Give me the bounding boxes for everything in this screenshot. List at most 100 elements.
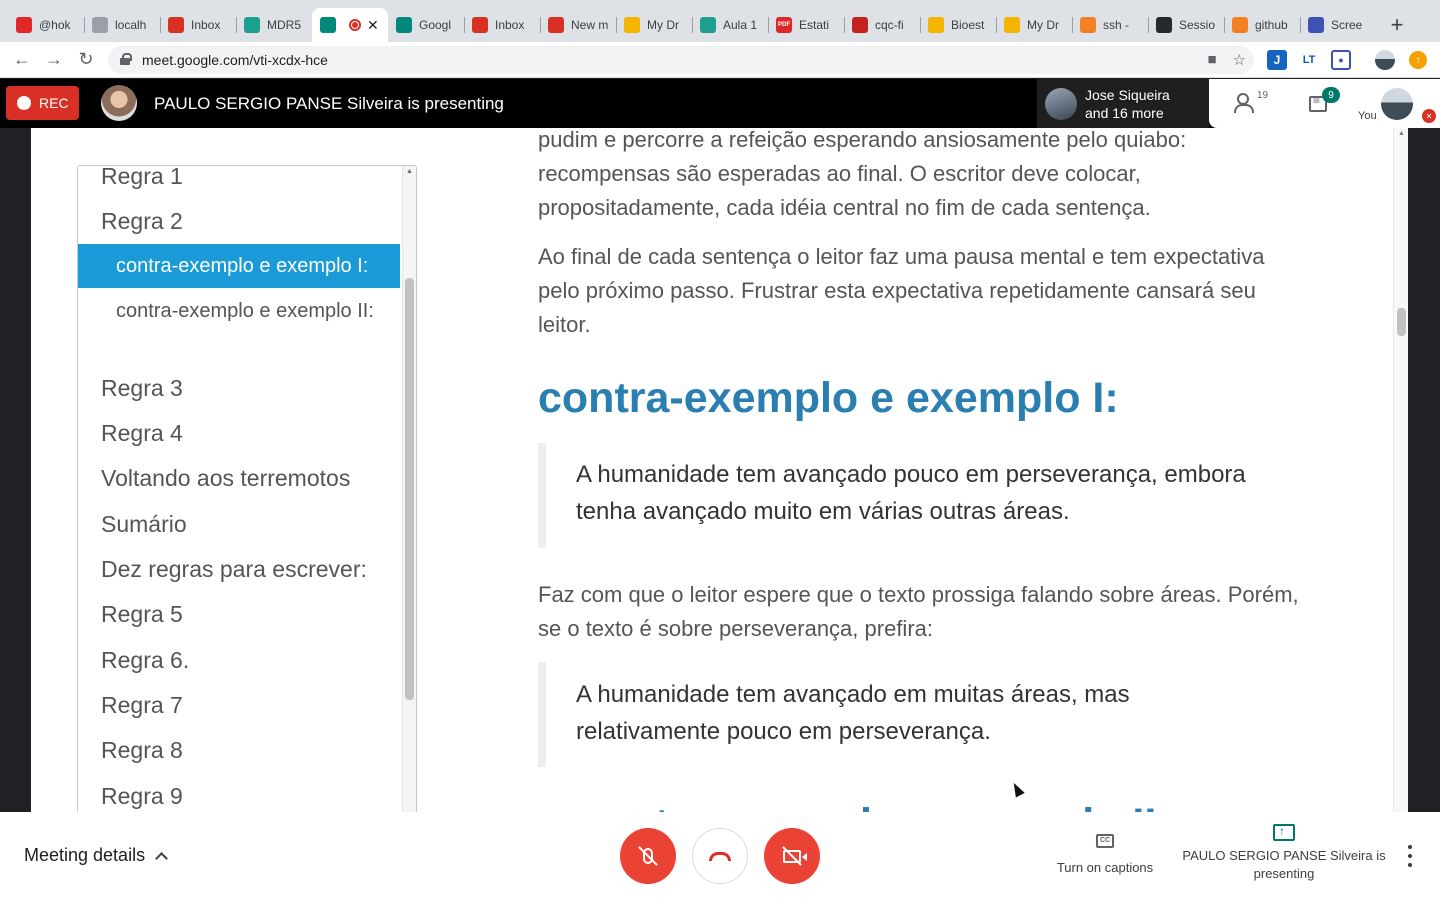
toc-subitem[interactable]: contra-exemplo e exemplo I: — [78, 244, 400, 288]
screencast-extension-icon[interactable]: ● — [1331, 50, 1351, 70]
tab-title: Googl — [419, 18, 452, 32]
pdf-icon: PDF — [776, 17, 792, 33]
tab-title: Sessio — [1179, 18, 1216, 32]
browser-tab[interactable]: Sessio — [1148, 8, 1224, 42]
toc-item[interactable]: Voltando aos terremotos — [78, 463, 400, 493]
blockquote: A humanidade tem avançado pouco em perse… — [538, 443, 1268, 548]
browser-tab[interactable]: ssh - — [1072, 8, 1148, 42]
meet-header-actions: 19 9 You ✕ — [1209, 79, 1440, 128]
toc-item[interactable]: Regra 4 — [78, 418, 400, 448]
toc-scroll-up-icon[interactable]: ▲ — [406, 168, 413, 175]
tab-title: Bioest — [951, 18, 985, 32]
drive-icon — [928, 17, 944, 33]
tab-title: My Dr — [647, 18, 679, 32]
back-arrow-icon: ← — [13, 49, 31, 69]
document-scrollbar[interactable]: ▲ — [1393, 128, 1408, 812]
toc-item[interactable]: Regra 8 — [78, 735, 400, 765]
browser-tab[interactable]: Bioest — [920, 8, 996, 42]
browser-tab[interactable]: Inbox — [160, 8, 236, 42]
meet-icon — [320, 17, 336, 33]
camera-toggle-button[interactable] — [764, 828, 820, 884]
microphone-toggle-button[interactable] — [620, 828, 676, 884]
reload-icon: ↻ — [78, 49, 94, 69]
toc-item[interactable]: Regra 7 — [78, 690, 400, 720]
drive-icon — [624, 17, 640, 33]
tab-title: MDR5 — [267, 18, 302, 32]
toc-item[interactable]: Regra 9 — [78, 781, 400, 811]
extension-j-icon[interactable]: J — [1267, 50, 1287, 70]
globe-icon — [92, 17, 108, 33]
self-view-thumbnail[interactable] — [1381, 88, 1413, 120]
browser-tab[interactable]: cqc-fi — [844, 8, 920, 42]
tab-title: My Dr — [1027, 18, 1059, 32]
browser-tab[interactable]: MDR5 — [236, 8, 312, 42]
gmail-icon — [548, 17, 564, 33]
toc-item[interactable]: Dez regras para escrever: — [78, 554, 400, 584]
forward-arrow-icon: → — [45, 49, 63, 69]
drive-icon — [1004, 17, 1020, 33]
toc-item[interactable]: Regra 5 — [78, 599, 400, 629]
close-tab-icon[interactable]: ✕ — [367, 17, 379, 34]
gmail-icon — [168, 17, 184, 33]
more-options-button[interactable] — [1400, 845, 1420, 867]
new-tab-button[interactable]: + — [1382, 8, 1412, 42]
self-mic-off-icon: ✕ — [1422, 109, 1436, 123]
browser-tab[interactable]: Googl — [388, 8, 464, 42]
extension-lt-icon[interactable]: LT — [1299, 50, 1319, 70]
browser-tab[interactable]: ✕ — [312, 8, 388, 42]
participant-others: and 16 more — [1085, 104, 1164, 121]
doc-scroll-thumb[interactable] — [1397, 308, 1406, 336]
toc-item[interactable]: Regra 2 — [78, 206, 400, 236]
back-button[interactable]: ← — [6, 44, 38, 76]
screencast-icon — [1308, 17, 1324, 33]
profile-avatar[interactable] — [1375, 50, 1395, 70]
browser-tab[interactable]: New m — [540, 8, 616, 42]
browser-tab[interactable]: @hok — [8, 8, 84, 42]
recording-button[interactable]: REC — [6, 86, 79, 120]
browser-tab[interactable]: Scree — [1300, 8, 1376, 42]
address-bar[interactable]: meet.google.com/vti-xcdx-hce ■ ☆ — [108, 46, 1254, 74]
toc-scrollbar[interactable]: ▲ ▼ — [402, 166, 416, 812]
browser-tab[interactable]: localh — [84, 8, 160, 42]
camera-in-use-icon[interactable]: ■ — [1207, 51, 1216, 69]
shared-document: Regra 1 Regra 2 contra-exemplo e exemplo I… — [31, 128, 1408, 812]
reload-button[interactable]: ↻ — [70, 44, 102, 76]
browser-tab[interactable]: PDF Estati — [768, 8, 844, 42]
paragraph: pudim e percorre a refeição esperando an… — [538, 128, 1187, 220]
browser-tab[interactable]: Aula 1 — [692, 8, 768, 42]
toc-scroll-thumb[interactable] — [405, 278, 414, 700]
tab-title: localh — [115, 18, 147, 32]
people-icon — [1234, 93, 1258, 113]
bookmark-star-icon[interactable]: ☆ — [1233, 51, 1246, 69]
browser-tab[interactable]: My Dr — [996, 8, 1072, 42]
browser-tab[interactable]: My Dr — [616, 8, 692, 42]
toc-item[interactable]: Regra 1 — [78, 166, 400, 191]
chat-unread-badge: 9 — [1322, 87, 1340, 103]
leave-call-button[interactable] — [692, 828, 748, 884]
forward-button[interactable]: → — [38, 44, 70, 76]
presentation-stage: Regra 1 Regra 2 contra-exemplo e exemplo I… — [0, 128, 1440, 812]
participant-thumbnail — [1045, 87, 1077, 120]
meet-icon — [396, 17, 412, 33]
browser-tab[interactable]: github — [1224, 8, 1300, 42]
update-notification-icon[interactable]: ↑ — [1409, 51, 1427, 69]
meeting-details-button[interactable]: Meeting details — [24, 845, 168, 866]
recording-label: REC — [39, 95, 69, 111]
captions-label: Turn on captions — [1056, 860, 1154, 875]
meet-header: REC PAULO SERGIO PANSE Silveira is prese… — [0, 79, 1440, 128]
paragraph: Faz com que o leitor espere que o texto … — [538, 582, 1299, 641]
captions-button[interactable]: CC Turn on captions — [1046, 834, 1164, 875]
doc-scroll-up-icon[interactable]: ▲ — [1398, 130, 1405, 137]
presenting-status-button[interactable]: PAULO SERGIO PANSE Silveira is presentin… — [1180, 822, 1388, 883]
section-heading: contra-exemplo e exemplo I: — [538, 374, 1119, 422]
toc-item[interactable]: Sumário — [78, 509, 400, 539]
toc-subitem[interactable]: contra-exemplo e exemplo II: — [78, 296, 400, 356]
toc-item[interactable]: Regra 3 — [78, 373, 400, 403]
browser-tab-strip: @hok localh Inbox MDR5 ✕ Googl Inbox New m My Dr… — [0, 0, 1440, 42]
participants-tile[interactable]: Jose Siqueira and 16 more — [1037, 79, 1209, 128]
browser-tab[interactable]: Inbox — [464, 8, 540, 42]
tab-title: Inbox — [191, 18, 221, 32]
table-of-contents: Regra 1 Regra 2 contra-exemplo e exemplo I… — [77, 165, 417, 812]
toc-item[interactable]: Regra 6. — [78, 645, 400, 675]
tab-title: cqc-fi — [875, 18, 904, 32]
